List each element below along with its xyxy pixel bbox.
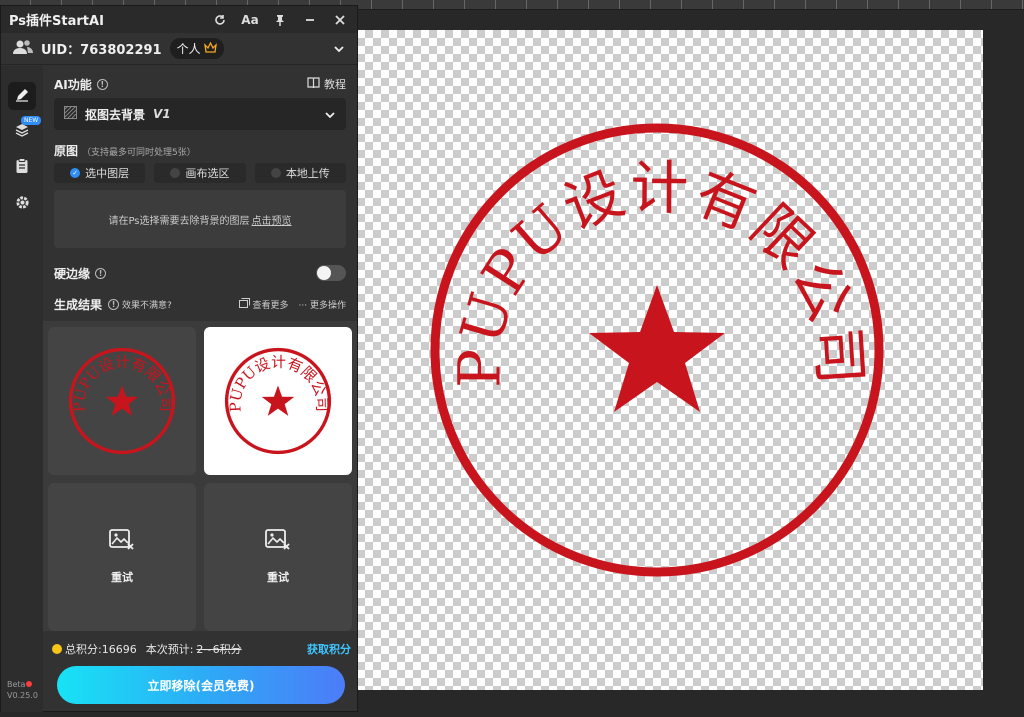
minimize-icon[interactable]	[301, 11, 319, 29]
plugin-sidebar: NEW Beta V0.25.0	[1, 66, 43, 712]
info-icon[interactable]: !	[95, 267, 107, 279]
radio-icon	[270, 168, 281, 178]
broken-image-icon	[109, 529, 135, 555]
broken-image-icon	[265, 529, 291, 555]
beta-label: Beta	[7, 680, 26, 689]
user-bar: UID：763802291 个人	[1, 33, 357, 65]
source-hint-box: 请在Ps选择需要去除背景的图层 点击预览	[54, 190, 346, 248]
close-icon[interactable]	[331, 11, 349, 29]
results-title: 生成结果	[54, 297, 103, 312]
plugin-main: AI功能 ! 教程 抠图去背景 V1 原图 （支持最多可同时处理5张） ✓ 选中…	[43, 66, 357, 712]
pencil-icon	[15, 87, 29, 106]
hard-edge-row: 硬边缘 !	[43, 260, 357, 286]
source-option-label: 选中图层	[85, 167, 130, 180]
startai-plugin-panel: Ps插件StartAI Aa UID：763802291 个人 NEW Beta…	[0, 5, 358, 712]
sidebar-settings[interactable]	[1, 186, 43, 222]
font-icon[interactable]: Aa	[241, 11, 259, 29]
panel-title: Ps插件StartAI	[9, 14, 104, 29]
retry-label: 重试	[267, 571, 289, 584]
layers-icon	[14, 122, 30, 142]
source-option-selected-layer[interactable]: ✓ 选中图层	[54, 163, 146, 183]
version-info: Beta V0.25.0	[7, 679, 38, 701]
ai-function-title: AI功能	[54, 77, 92, 92]
source-options: ✓ 选中图层 画布选区 本地上传	[54, 163, 346, 183]
tutorial-label: 教程	[324, 78, 346, 91]
remove-background-button[interactable]: 立即移除(会员免费)	[57, 666, 345, 704]
user-group-icon	[13, 39, 33, 59]
source-option-label: 画布选区	[185, 167, 230, 180]
source-hint-text: 请在Ps选择需要去除背景的图层	[108, 215, 250, 227]
view-more-button[interactable]: 查看更多	[238, 297, 289, 311]
document-canvas[interactable]: PUPU设计有限公司	[357, 30, 983, 690]
update-dot	[26, 681, 33, 687]
new-badge: NEW	[21, 116, 42, 125]
panel-titlebar: Ps插件StartAI Aa	[1, 6, 357, 33]
tool-version: V1	[153, 107, 171, 121]
stamp-thumbnail: PUPU设计有限公司	[68, 347, 176, 455]
crown-icon	[203, 41, 217, 56]
points-row: 总积分:16696 本次预计: 2~6积分 获取积分	[43, 637, 357, 661]
chevron-down-icon	[324, 105, 336, 124]
stamp-image: PUPU设计有限公司	[430, 123, 884, 577]
hard-edge-toggle[interactable]	[316, 265, 346, 281]
retry-label: 重试	[111, 571, 133, 584]
more-actions-button[interactable]: ··· 更多操作	[299, 298, 346, 311]
image-stack-icon	[238, 297, 250, 311]
ai-function-header: AI功能 ! 教程	[43, 70, 357, 98]
version-label: V0.25.0	[7, 691, 38, 700]
user-expand-chevron-icon[interactable]	[333, 39, 345, 58]
refresh-icon[interactable]	[211, 11, 229, 29]
view-more-label: 查看更多	[252, 300, 289, 311]
source-option-label: 本地上传	[285, 167, 330, 180]
tutorial-button[interactable]: 教程	[307, 76, 346, 92]
tool-select[interactable]: 抠图去背景 V1	[54, 98, 346, 130]
sidebar-history[interactable]	[1, 150, 43, 186]
sidebar-layers[interactable]: NEW	[1, 114, 43, 150]
source-note: （支持最多可同时处理5张）	[82, 148, 196, 158]
plan-label: 个人	[176, 42, 201, 56]
clipboard-icon	[15, 158, 29, 178]
result-card-retry[interactable]: 重试	[48, 483, 196, 631]
plan-badge[interactable]: 个人	[169, 38, 224, 59]
source-option-local-upload[interactable]: 本地上传	[254, 163, 346, 183]
selected-tool-label: 抠图去背景	[85, 107, 146, 122]
radio-icon	[170, 168, 181, 178]
result-card-retry[interactable]: 重试	[204, 483, 352, 631]
feedback-link[interactable]: ! 效果不满意?	[108, 298, 172, 311]
hatch-icon	[63, 105, 77, 122]
result-card-original[interactable]: PUPU设计有限公司	[48, 327, 196, 475]
pin-icon[interactable]	[271, 11, 289, 29]
total-points: 总积分:16696	[65, 643, 137, 656]
get-points-link[interactable]: 获取积分	[307, 641, 351, 657]
user-uid: UID：763802291	[41, 43, 162, 58]
book-icon	[307, 76, 320, 92]
stamp-thumbnail: PUPU设计有限公司	[224, 347, 332, 455]
info-icon[interactable]: !	[96, 78, 108, 90]
estimate-value: 2~6积分	[196, 643, 242, 656]
check-icon: ✓	[70, 168, 81, 178]
estimate-label: 本次预计:	[145, 643, 194, 656]
info-icon: !	[108, 298, 120, 310]
coin-icon	[52, 644, 62, 654]
gear-icon	[15, 195, 30, 214]
source-header: 原图 （支持最多可同时处理5张）	[43, 130, 357, 163]
hard-edge-label: 硬边缘	[54, 266, 91, 281]
preview-link[interactable]: 点击预览	[252, 212, 292, 227]
feedback-label: 效果不满意?	[122, 300, 172, 311]
sidebar-ai-tools[interactable]	[1, 78, 43, 114]
result-card-processed[interactable]: PUPU设计有限公司	[204, 327, 352, 475]
results-grid: PUPU设计有限公司 PUPU设计有限公司 重试 重试	[43, 321, 357, 631]
source-title: 原图	[54, 144, 79, 158]
source-option-canvas-selection[interactable]: 画布选区	[154, 163, 246, 183]
results-header: 生成结果 ! 效果不满意? 查看更多 ··· 更多操作	[43, 292, 357, 316]
